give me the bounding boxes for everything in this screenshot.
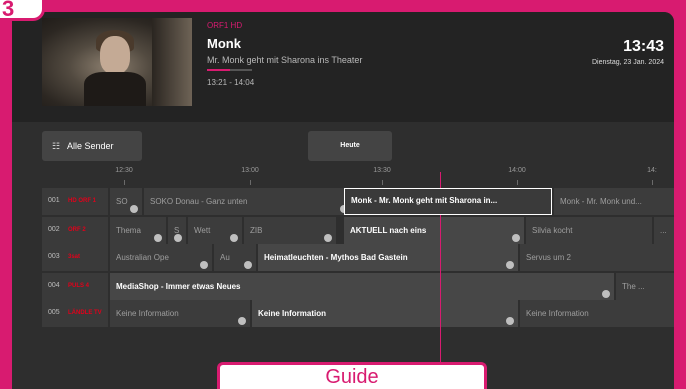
program-indicator-icon — [230, 234, 238, 242]
program-indicator-icon — [154, 234, 162, 242]
channel-row: 002 ORF 2 Thema S Wett ZIB AKTUELL nach eins Si… — [42, 217, 674, 244]
program-cell[interactable]: Monk - Mr. Monk und... — [554, 188, 674, 215]
program-cell[interactable]: Keine Information — [520, 300, 674, 327]
channel-number: 005 — [48, 309, 60, 316]
now-playing-progress — [207, 69, 252, 71]
channel-logo-icon: PULS 4 — [68, 283, 90, 289]
channel-cell[interactable]: 005 LÄNDLE TV — [42, 300, 108, 327]
program-indicator-icon — [602, 290, 610, 298]
thumbnail-background — [152, 18, 192, 106]
thumbnail-face — [100, 36, 130, 74]
channel-row: 003 3sat Australian Ope Au Heimatleuchten - … — [42, 244, 674, 271]
today-button[interactable]: Heute — [308, 131, 392, 161]
channel-row: 005 LÄNDLE TV Keine Information Keine Infor… — [42, 300, 674, 327]
timeline-tick-label: 13:30 — [373, 167, 391, 174]
program-cell[interactable]: Australian Ope — [110, 244, 212, 271]
channel-logo-icon: 3sat — [68, 254, 81, 260]
timeline-tick-label: 13:00 — [241, 167, 259, 174]
now-playing-time: 13:21 - 14:04 — [207, 78, 255, 87]
channel-number: 001 — [48, 197, 60, 204]
clock-date: Dienstag, 23 Jan. 2024 — [592, 59, 664, 66]
program-cell[interactable]: Silvia kocht — [526, 217, 652, 244]
video-thumbnail[interactable] — [42, 18, 192, 106]
program-cell[interactable]: Keine Information — [110, 300, 250, 327]
program-indicator-icon — [130, 205, 138, 213]
program-cell-focused[interactable]: Monk - Mr. Monk geht mit Sharona in... — [344, 188, 552, 215]
channel-row: 001 HD ORF 1 SO SOKO Donau - Ganz unten Monk… — [42, 188, 674, 215]
timeline: 12:30 13:00 13:30 14:00 14: — [12, 164, 674, 188]
timeline-tick-mark — [652, 180, 653, 185]
program-cell[interactable]: AKTUELL nach eins — [344, 217, 524, 244]
channel-number: 003 — [48, 253, 60, 260]
program-cell[interactable]: MediaShop - Immer etwas Neues — [110, 273, 614, 300]
channel-number: 002 — [48, 226, 60, 233]
program-indicator-icon — [506, 317, 514, 325]
timeline-tick-label: 12:30 — [115, 167, 133, 174]
channel-cell[interactable]: 004 PULS 4 — [42, 273, 108, 300]
now-playing-progress-fill — [207, 69, 231, 71]
program-indicator-icon — [174, 234, 182, 242]
timeline-tick-label: 14:00 — [508, 167, 526, 174]
timeline-tick-mark — [382, 180, 383, 185]
program-indicator-icon — [512, 234, 520, 242]
guide-controls: ☷ Alle Sender Heute — [12, 130, 674, 164]
channel-cell[interactable]: 001 HD ORF 1 — [42, 188, 108, 215]
timeline-tick-label: 14: — [647, 167, 657, 174]
timeline-tick-mark — [124, 180, 125, 185]
channel-logo-icon: ORF 2 — [68, 227, 86, 233]
program-indicator-icon — [244, 261, 252, 269]
clock-time: 13:43 — [623, 38, 664, 55]
program-indicator-icon — [324, 234, 332, 242]
program-cell[interactable]: ... — [654, 217, 674, 244]
program-cell[interactable]: Keine Information — [252, 300, 518, 327]
program-indicator-icon — [200, 261, 208, 269]
channel-cell[interactable]: 003 3sat — [42, 244, 108, 271]
channel-logo-icon: LÄNDLE TV — [68, 310, 102, 316]
channel-row: 004 PULS 4 MediaShop - Immer etwas Neues Th… — [42, 273, 674, 300]
tv-screen: ORF1 HD Monk Mr. Monk geht mit Sharona i… — [12, 12, 674, 389]
timeline-tick-mark — [250, 180, 251, 185]
now-playing-header: ORF1 HD Monk Mr. Monk geht mit Sharona i… — [12, 12, 674, 122]
now-playing-channel: ORF1 HD — [207, 21, 243, 30]
step-number-badge: 3 — [0, 0, 45, 21]
all-channels-label: Alle Sender — [67, 141, 114, 151]
program-cell[interactable]: ZIB — [244, 217, 336, 244]
program-cell[interactable]: Heimatleuchten - Mythos Bad Gastein — [258, 244, 518, 271]
guide-tab[interactable]: Guide — [217, 362, 487, 389]
program-indicator-icon — [506, 261, 514, 269]
channel-logo-icon: HD ORF 1 — [68, 198, 97, 204]
channel-cell[interactable]: 002 ORF 2 — [42, 217, 108, 244]
program-indicator-icon — [238, 317, 246, 325]
thumbnail-body — [84, 72, 146, 106]
channel-number: 004 — [48, 282, 60, 289]
channel-list-icon: ☷ — [52, 141, 61, 151]
program-cell[interactable]: Servus um 2 — [520, 244, 674, 271]
now-playing-title: Monk — [207, 36, 241, 51]
program-cell[interactable]: The ... — [616, 273, 674, 300]
timeline-tick-mark — [517, 180, 518, 185]
now-playing-subtitle: Mr. Monk geht mit Sharona ins Theater — [207, 55, 363, 65]
all-channels-button[interactable]: ☷ Alle Sender — [42, 131, 142, 161]
program-cell[interactable]: SOKO Donau - Ganz unten — [144, 188, 352, 215]
